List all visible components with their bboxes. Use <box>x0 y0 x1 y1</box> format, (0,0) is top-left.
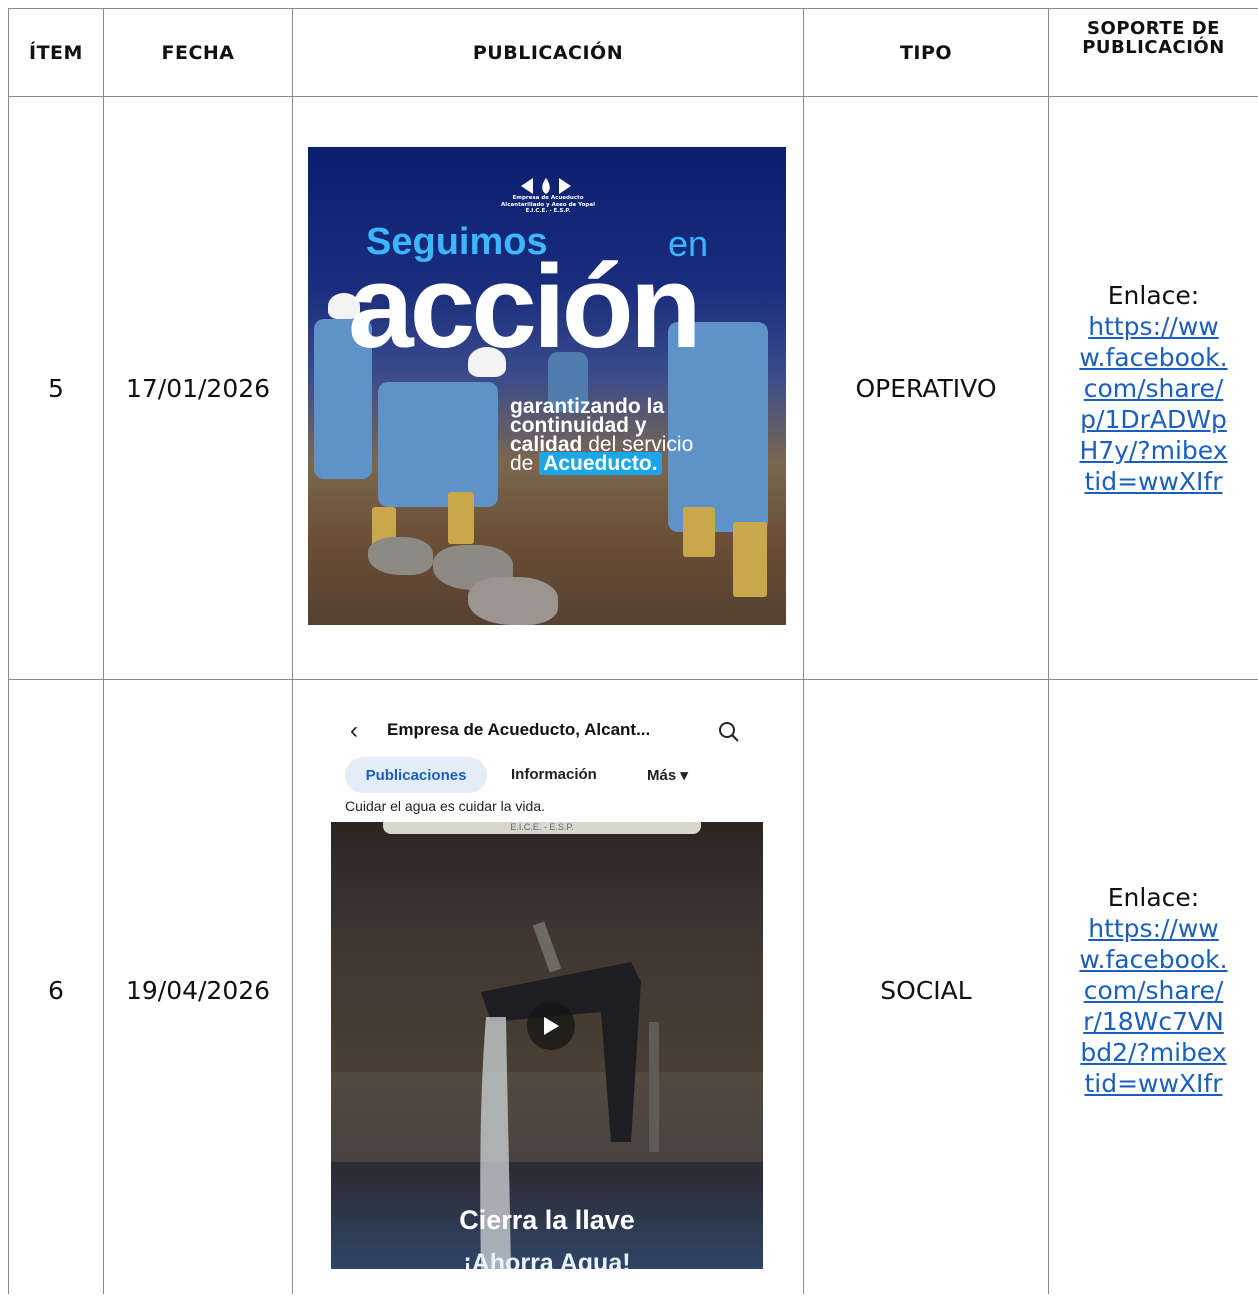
subheadline-line: de Acueducto. <box>510 452 693 475</box>
header-item: ÍTEM <box>29 41 83 64</box>
header-fecha: FECHA <box>161 41 235 64</box>
post-caption: Cuidar el agua es cuidar la vida. <box>345 798 546 814</box>
header-soporte-line2: PUBLICACIÓN <box>1082 37 1225 58</box>
enlace-label: Enlace: <box>1107 882 1200 912</box>
sub-highlight: Acueducto. <box>539 452 662 475</box>
header-soporte: SOPORTE DE PUBLICACIÓN <box>1049 9 1258 96</box>
play-icon[interactable] <box>527 1002 575 1050</box>
header-soporte-line1: SOPORTE DE <box>1087 18 1220 39</box>
worker-figure <box>378 382 498 507</box>
video-text-cierra: Cierra la llave <box>459 1205 635 1235</box>
boot <box>733 522 767 597</box>
row-tipo: SOCIAL <box>880 975 972 1005</box>
search-icon[interactable] <box>718 721 740 743</box>
tab-informacion[interactable]: Información <box>511 766 597 783</box>
row-tipo: OPERATIVO <box>855 373 997 403</box>
tab-mas[interactable]: Más ▾ <box>647 766 688 784</box>
rock <box>468 577 558 625</box>
rock <box>368 537 433 575</box>
boot <box>683 507 715 557</box>
sub-thin: de <box>510 452 534 475</box>
facebook-link[interactable]: https://www.facebook.com/share/r/18Wc7VN… <box>1079 913 1229 1099</box>
page-title: Empresa de Acueducto, Alcant... <box>387 720 651 739</box>
tab-publicaciones[interactable]: Publicaciones <box>345 757 487 793</box>
header-publicacion: PUBLICACIÓN <box>472 41 624 64</box>
back-arrow-icon[interactable]: ‹ <box>350 717 358 745</box>
logo-line: E.I.C.E. - E.S.P. <box>525 208 571 214</box>
grid-line <box>292 8 293 1294</box>
video-text-ahorra: ¡Ahorra Agua! <box>463 1249 631 1269</box>
company-logo-icon <box>521 178 571 194</box>
row-soporte: Enlace: https://www.facebook.com/share/p… <box>1049 97 1258 679</box>
boot <box>448 492 474 544</box>
publication-image-accion: Empresa de Acueducto Alcantarillado y As… <box>308 147 786 625</box>
enlace-label: Enlace: <box>1107 280 1200 310</box>
headline-accion: acción <box>348 241 702 373</box>
logo-text: Empresa de Acueducto Alcantarillado y As… <box>458 195 638 215</box>
row-item: 6 <box>48 975 64 1005</box>
video-thumbnail[interactable]: E.I.C.E. - E.S.P. Cierra la llave ¡Ahorr… <box>331 822 763 1269</box>
row-fecha: 17/01/2026 <box>125 373 271 403</box>
row-soporte: Enlace: https://www.facebook.com/share/r… <box>1049 680 1258 1300</box>
facebook-page-header: ‹ Empresa de Acueducto, Alcant... Public… <box>330 705 770 825</box>
row-fecha: 19/04/2026 <box>125 975 271 1005</box>
header-tipo: TIPO <box>899 41 953 64</box>
subheadline: garantizando la continuidad y calidad de… <box>510 396 693 475</box>
facebook-link[interactable]: https://www.facebook.com/share/p/1DrADWp… <box>1079 311 1229 497</box>
row-item: 5 <box>48 373 64 403</box>
